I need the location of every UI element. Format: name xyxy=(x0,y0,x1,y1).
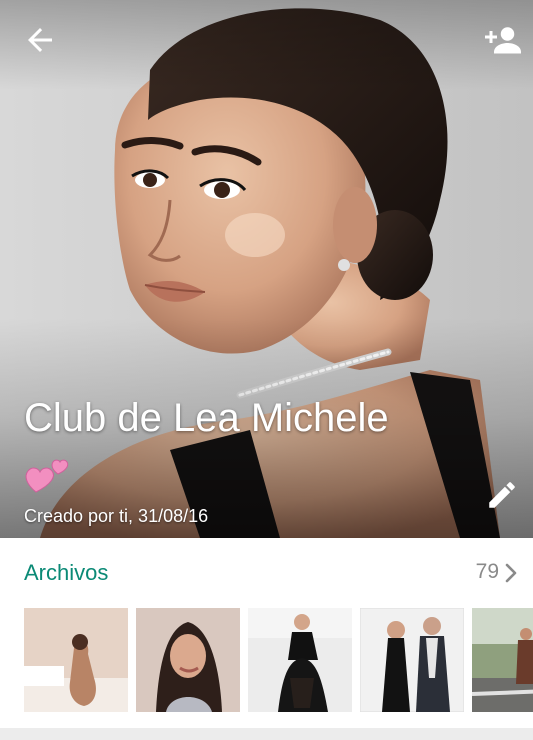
media-thumb-5[interactable] xyxy=(472,608,533,712)
bottom-divider xyxy=(0,728,533,740)
add-participant-button[interactable] xyxy=(483,22,523,58)
add-participant-icon xyxy=(485,27,521,54)
media-thumb-2[interactable] xyxy=(136,608,240,712)
pencil-icon xyxy=(489,482,515,508)
created-by-text: Creado por ti, 31/08/16 xyxy=(24,506,209,526)
media-thumb-1[interactable] xyxy=(24,608,128,712)
group-header: Club de Lea Michele Creado por ti, 31/08… xyxy=(0,0,533,538)
edit-group-button[interactable] xyxy=(485,478,519,512)
arrow-back-icon xyxy=(28,28,52,52)
group-name: Club de Lea Michele xyxy=(24,396,389,440)
media-title: Archivos xyxy=(24,560,109,585)
media-thumb-4[interactable] xyxy=(360,608,464,712)
media-thumbnails xyxy=(24,608,533,712)
media-count: 79 xyxy=(475,560,499,583)
top-gradient xyxy=(0,0,533,90)
chevron-right-icon xyxy=(505,563,517,583)
two-hearts-emoji xyxy=(25,459,69,493)
media-section: Archivos 79 xyxy=(0,538,533,728)
media-header-row[interactable]: Archivos 79 xyxy=(0,538,533,608)
back-button[interactable] xyxy=(22,22,58,58)
media-thumb-3[interactable] xyxy=(248,608,352,712)
